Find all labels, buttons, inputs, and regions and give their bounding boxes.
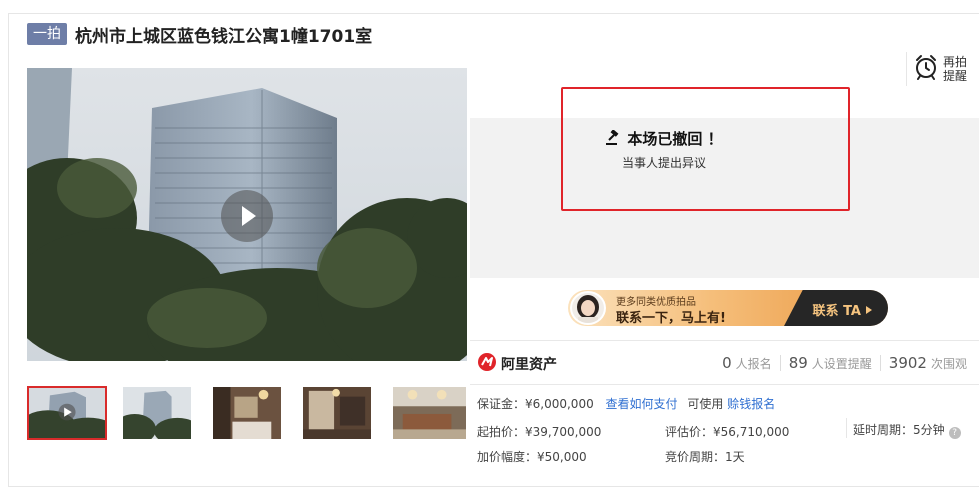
status-title-row: 本场已撤回 ！	[470, 128, 858, 150]
auction-stats: 0 人报名 89 人设置提醒 3902 次围观	[722, 354, 967, 372]
contact-promo-banner[interactable]: 更多同类优质拍品 联系一下，马上有! 联系 TA	[568, 290, 888, 326]
status-subtitle: 当事人提出异议	[621, 156, 706, 170]
thumbnail-strip	[27, 386, 467, 440]
thumbnail-photo-2[interactable]	[122, 386, 192, 440]
delay-period-row: 延时周期：5分钟?	[853, 421, 961, 439]
help-icon[interactable]: ?	[948, 427, 961, 439]
page-title: 杭州市上城区蓝色钱江公寓1幢1701室	[75, 26, 373, 47]
title-row: 一拍 杭州市上城区蓝色钱江公寓1幢1701室	[27, 22, 373, 47]
deposit-value: 保证金：¥6,000,000	[477, 397, 594, 411]
thumbnail-photo-3[interactable]	[212, 386, 282, 440]
promo-line2: 联系一下，马上有!	[616, 311, 726, 326]
agent-avatar	[570, 291, 606, 325]
usable-label: 可使用	[687, 397, 724, 411]
gavel-icon	[605, 129, 621, 150]
divider	[470, 384, 979, 385]
view-count: 3902	[888, 354, 927, 372]
thumbnail-photo-5[interactable]	[392, 386, 467, 440]
reminder-count: 89	[788, 354, 808, 372]
assessed-price: 评估价：¥56,710,000	[665, 425, 790, 439]
start-price: 起拍价：¥39,700,000	[477, 425, 602, 439]
promo-line1: 更多同类优质拍品	[616, 297, 696, 308]
platform-name: 阿里资产	[501, 357, 557, 373]
column-divider	[846, 418, 847, 438]
contact-ta-button[interactable]: 联系 TA	[813, 300, 872, 319]
increment: 加价幅度：¥50,000	[477, 450, 587, 464]
alarm-clock-icon	[914, 54, 938, 84]
credit-signup-link[interactable]: 赊钱报名	[727, 397, 775, 411]
stats-divider	[879, 355, 881, 371]
how-to-pay-link[interactable]: 查看如何支付	[606, 397, 678, 411]
divider	[470, 340, 979, 341]
signup-unit: 人报名	[735, 357, 772, 371]
platform-logo: 阿里资产	[477, 352, 557, 376]
stats-divider	[779, 355, 781, 371]
reminder-unit: 人设置提醒	[811, 357, 872, 371]
thumbnail-photo-4[interactable]	[302, 386, 372, 440]
remind-button[interactable]: 再拍提醒	[906, 52, 979, 86]
play-video-button[interactable]	[221, 190, 273, 242]
thumbnail-video[interactable]	[27, 386, 107, 440]
auction-round-badge: 一拍	[27, 23, 67, 45]
status-title: 本场已撤回 ！	[627, 130, 723, 148]
bid-cycle: 竞价周期：1天	[665, 450, 745, 464]
delay-period: 延时周期：5分钟	[853, 423, 945, 437]
signup-count: 0	[722, 354, 732, 372]
deposit-row: 保证金：¥6,000,000 查看如何支付 可使用 赊钱报名	[477, 395, 775, 412]
remind-label: 再拍提醒	[943, 55, 968, 83]
main-photo[interactable]	[27, 68, 467, 361]
view-unit: 次围观	[930, 357, 967, 371]
ali-asset-icon	[477, 352, 497, 376]
